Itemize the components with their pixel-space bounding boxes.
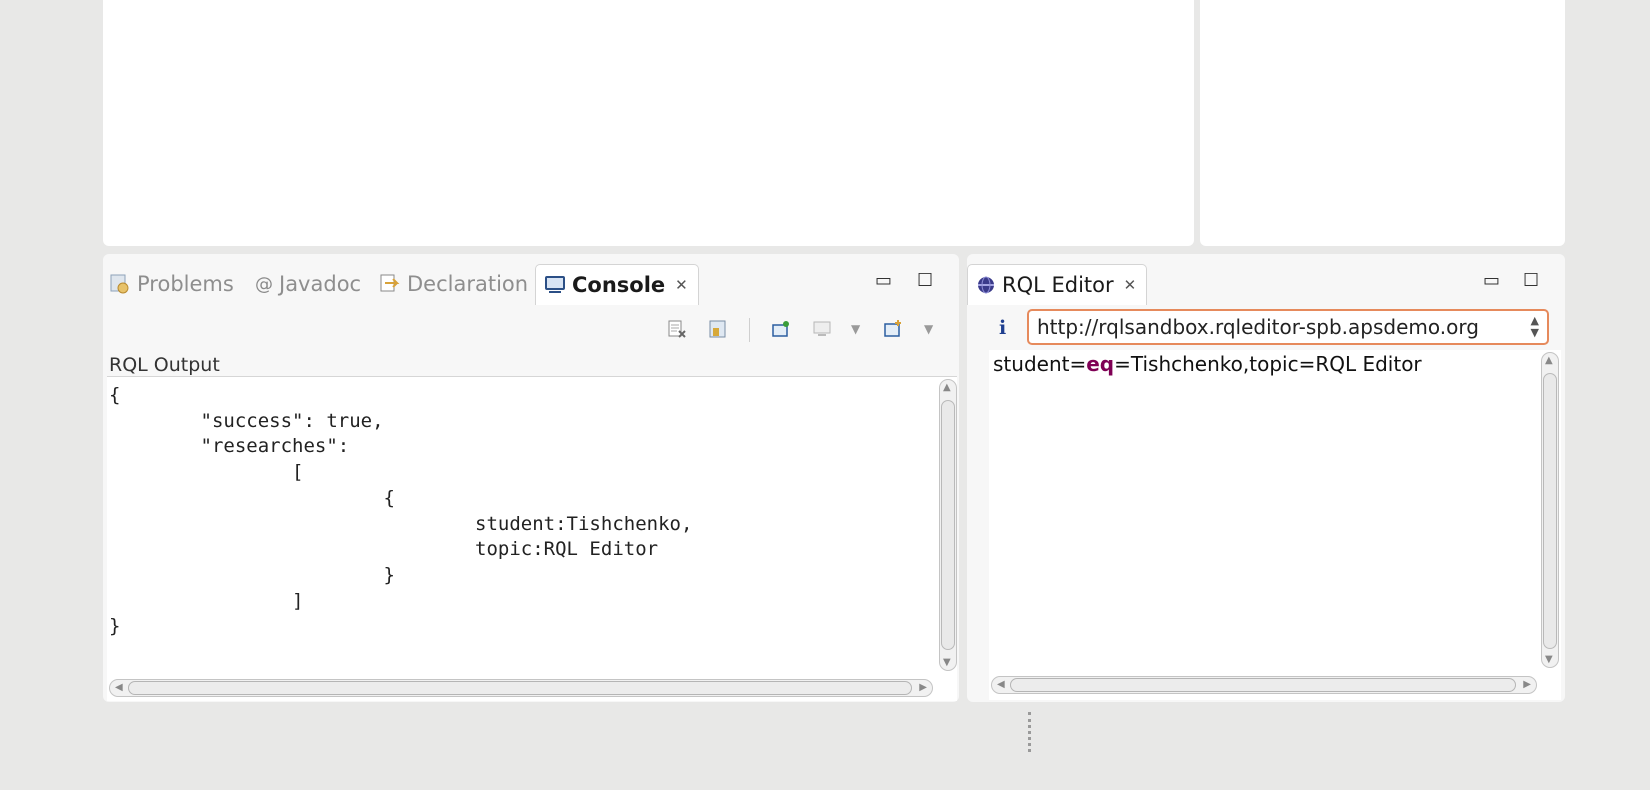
console-output-area[interactable]: { "success": true, "researches": [ { stu… [107, 376, 957, 701]
scroll-thumb[interactable] [1543, 373, 1557, 649]
clear-console-icon[interactable] [667, 319, 687, 339]
chevron-down-icon[interactable]: ▼ [851, 322, 860, 336]
output-line: topic:RQL Editor [109, 538, 659, 561]
chevron-down-icon[interactable]: ▼ [924, 322, 933, 336]
sash-grip[interactable] [1028, 712, 1034, 752]
tab-javadoc[interactable]: @ Javadoc [255, 264, 361, 304]
scroll-down-icon[interactable]: ▼ [943, 657, 951, 668]
scroll-down-icon[interactable]: ▼ [1545, 654, 1553, 665]
query-part: student= [993, 352, 1087, 376]
rql-query-text: student=eq=Tishchenko,topic=RQL Editor [993, 352, 1422, 376]
tab-rql-editor[interactable]: RQL Editor ✕ [967, 264, 1148, 305]
rql-query-editor[interactable]: student=eq=Tishchenko,topic=RQL Editor ▲… [989, 350, 1561, 700]
output-line: [ [109, 461, 304, 484]
output-line: student:Tishchenko, [109, 512, 693, 535]
scroll-thumb[interactable] [128, 681, 912, 695]
output-line: { [109, 384, 121, 406]
display-console-icon[interactable] [812, 319, 832, 339]
console-icon [545, 276, 565, 293]
open-console-icon[interactable] [883, 319, 903, 339]
scroll-left-icon[interactable]: ◀ [115, 682, 123, 693]
output-line: { [109, 486, 395, 509]
scroll-right-icon[interactable]: ▶ [1523, 679, 1531, 690]
output-line: } [109, 563, 395, 586]
declaration-icon [380, 274, 400, 292]
output-label: RQL Output [109, 354, 220, 376]
editor-area-panel [103, 0, 1194, 246]
console-tab-bar: Problems @ Javadoc Declaration Console ✕… [103, 254, 959, 305]
toolbar-separator [749, 318, 750, 342]
tab-rql-editor-label: RQL Editor [1002, 273, 1114, 297]
editor-vertical-scrollbar[interactable]: ▲ ▼ [1541, 352, 1559, 668]
maximize-icon[interactable]: ☐ [917, 270, 933, 291]
console-output-text: { "success": true, "researches": [ { stu… [109, 383, 692, 640]
output-line: } [109, 615, 121, 638]
close-tab-icon[interactable]: ✕ [675, 276, 688, 294]
spinner-icon[interactable]: ▲ ▼ [1531, 315, 1539, 339]
url-value: http://rqlsandbox.rqleditor-spb.apsdemo.… [1037, 315, 1479, 339]
editor-horizontal-scrollbar[interactable]: ◀ ▶ [991, 676, 1537, 694]
tab-declaration-label: Declaration [407, 272, 529, 296]
scroll-thumb[interactable] [1010, 678, 1516, 692]
globe-icon [978, 276, 994, 294]
at-icon: @ [255, 273, 273, 295]
tab-problems[interactable]: Problems [109, 264, 234, 304]
maximize-icon[interactable]: ☐ [1523, 270, 1539, 291]
info-icon: i [999, 317, 1007, 339]
rql-tab-bar: RQL Editor ✕ ▭ ☐ [967, 254, 1565, 305]
problems-icon [110, 274, 129, 294]
tab-console[interactable]: Console ✕ [535, 264, 699, 305]
url-field[interactable]: http://rqlsandbox.rqleditor-spb.apsdemo.… [1027, 309, 1549, 345]
console-vertical-scrollbar[interactable]: ▲ ▼ [939, 379, 957, 671]
scroll-up-icon[interactable]: ▲ [943, 382, 951, 393]
tab-declaration[interactable]: Declaration [379, 264, 528, 304]
scroll-up-icon[interactable]: ▲ [1545, 355, 1553, 366]
console-view: Problems @ Javadoc Declaration Console ✕… [103, 254, 959, 702]
tab-javadoc-label: Javadoc [279, 272, 362, 296]
close-tab-icon[interactable]: ✕ [1124, 276, 1137, 294]
output-line: "researches": [109, 435, 350, 458]
output-line: "success": true, [109, 409, 384, 432]
minimize-icon[interactable]: ▭ [1483, 270, 1500, 291]
scroll-right-icon[interactable]: ▶ [919, 682, 927, 693]
console-horizontal-scrollbar[interactable]: ◀ ▶ [109, 679, 933, 697]
tab-problems-label: Problems [137, 272, 234, 296]
output-line: ] [109, 589, 304, 612]
scroll-lock-icon[interactable] [708, 319, 728, 339]
rql-editor-view: RQL Editor ✕ ▭ ☐ i http://rqlsandbox.rql… [967, 254, 1565, 702]
tab-console-label: Console [572, 273, 666, 297]
scroll-left-icon[interactable]: ◀ [997, 679, 1005, 690]
outline-area-panel [1200, 0, 1565, 246]
query-operator: eq [1086, 352, 1115, 376]
query-part: =Tishchenko,topic=RQL Editor [1114, 352, 1422, 376]
minimize-icon[interactable]: ▭ [875, 270, 892, 291]
pin-console-icon[interactable] [771, 319, 791, 339]
scroll-thumb[interactable] [941, 400, 955, 650]
